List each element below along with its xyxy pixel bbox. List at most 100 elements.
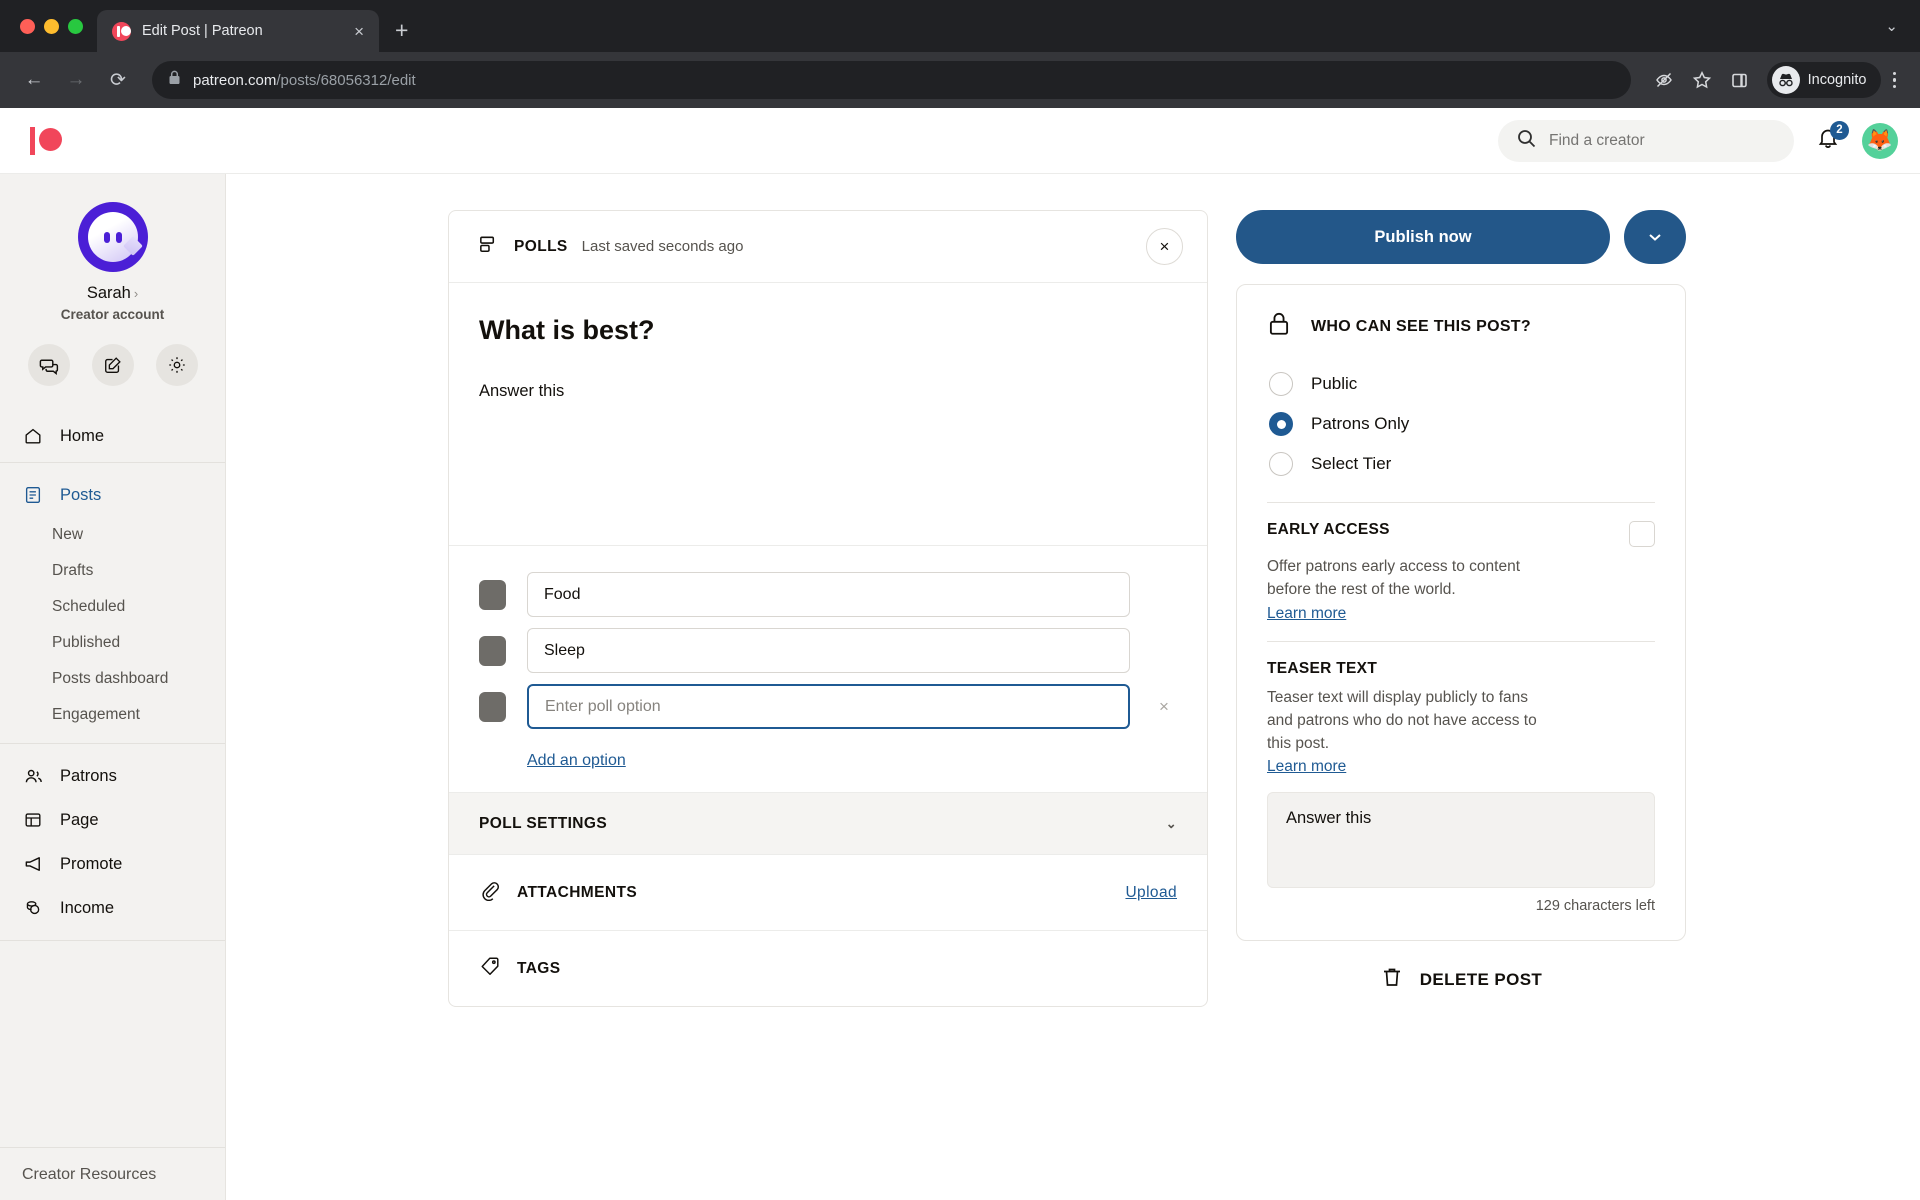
sidebar-item-label: Income: [60, 898, 115, 917]
sidebar-item-new[interactable]: New: [0, 517, 225, 553]
sidebar-item-home[interactable]: Home: [0, 414, 225, 458]
radio-icon-selected[interactable]: [1269, 412, 1293, 436]
visibility-option-patrons-only[interactable]: Patrons Only: [1267, 404, 1655, 444]
chevron-down-icon[interactable]: ⌄: [1885, 17, 1898, 35]
star-icon[interactable]: [1685, 63, 1719, 97]
tags-section: TAGS: [449, 930, 1207, 1006]
url-text: patreon.com/posts/68056312/edit: [193, 72, 416, 89]
poll-settings-section[interactable]: POLL SETTINGS ⌄: [449, 792, 1207, 854]
settings-icon[interactable]: [155, 344, 198, 386]
sidebar-item-patrons[interactable]: Patrons: [0, 754, 225, 798]
close-icon[interactable]: ×: [351, 20, 367, 43]
sidebar-item-label: Posts: [60, 485, 102, 504]
minimize-window-button[interactable]: [44, 18, 59, 34]
drag-handle-icon[interactable]: [479, 635, 506, 666]
radio-icon[interactable]: [1269, 452, 1293, 476]
creator-name: Sarah: [86, 284, 131, 302]
browser-tab[interactable]: Edit Post | Patreon ×: [97, 10, 379, 52]
visibility-header: WHO CAN SEE THIS POST?: [1267, 311, 1655, 342]
poll-option-input[interactable]: [527, 628, 1130, 673]
notifications-button[interactable]: 2: [1812, 120, 1849, 157]
option-label: Public: [1311, 374, 1358, 393]
paperclip-icon: [479, 879, 501, 906]
drag-handle-icon[interactable]: [479, 579, 506, 610]
publish-now-button[interactable]: Publish now: [1236, 210, 1610, 264]
sidebar-item-posts-dashboard[interactable]: Posts dashboard: [0, 661, 225, 697]
compose-icon[interactable]: [91, 344, 134, 386]
browser-window: Edit Post | Patreon × + ⌄ ← → ⟳ patreon.…: [0, 0, 1920, 1200]
sidebar-item-creator-resources[interactable]: Creator Resources: [0, 1147, 225, 1200]
sidebar-item-posts[interactable]: Posts: [0, 473, 225, 517]
publish-options-button[interactable]: [1624, 210, 1686, 264]
tabstrip-right: ⌄: [1885, 0, 1920, 52]
poll-description-input[interactable]: Answer this: [479, 382, 1177, 401]
publish-panel: Publish now WHO CAN SEE THIS POST? Publi…: [1236, 210, 1686, 1200]
incognito-avatar-icon: [1771, 66, 1800, 94]
eye-slash-icon[interactable]: [1647, 63, 1681, 97]
teaser-learn-more-link[interactable]: Learn more: [1267, 758, 1346, 776]
early-access-learn-more-link[interactable]: Learn more: [1267, 605, 1346, 623]
sidebar-item-published[interactable]: Published: [0, 625, 225, 661]
poll-options: × × ×: [449, 545, 1207, 792]
drag-handle-icon[interactable]: [479, 691, 506, 722]
promote-icon: [22, 853, 44, 875]
poll-body: What is best? Answer this: [449, 283, 1207, 545]
visibility-option-select-tier[interactable]: Select Tier: [1267, 444, 1655, 484]
poll-option-input-active[interactable]: [527, 684, 1130, 729]
post-editor: POLLS Last saved seconds ago × What is b…: [448, 210, 1208, 1200]
maximize-window-button[interactable]: [68, 18, 83, 34]
post-settings-card: WHO CAN SEE THIS POST? Public Patrons On…: [1236, 284, 1686, 942]
teaser-text-input[interactable]: Answer this: [1267, 792, 1655, 889]
reload-button[interactable]: ⟳: [100, 62, 136, 98]
body-row: Sarah › Creator account Home Posts New D…: [0, 174, 1920, 1200]
close-icon[interactable]: ×: [1146, 228, 1183, 265]
delete-post-label: DELETE POST: [1419, 969, 1543, 989]
sidebar-item-income[interactable]: Income: [0, 886, 225, 930]
window-controls[interactable]: [14, 0, 97, 52]
delete-post-button[interactable]: DELETE POST: [1236, 965, 1686, 994]
attachments-label: ATTACHMENTS: [517, 883, 638, 901]
kebab-menu-icon[interactable]: [1885, 71, 1905, 89]
poll-question-input[interactable]: What is best?: [479, 315, 1177, 346]
upload-link[interactable]: Upload: [1125, 884, 1177, 902]
sidebar-item-label: Promote: [60, 854, 123, 873]
poll-card-header: POLLS Last saved seconds ago ×: [449, 211, 1207, 283]
creator-name-row[interactable]: Sarah ›: [0, 284, 225, 303]
sidebar-item-scheduled[interactable]: Scheduled: [0, 589, 225, 625]
profile-label: Incognito: [1807, 72, 1867, 88]
sidebar-item-label: Home: [60, 426, 105, 445]
address-bar[interactable]: patreon.com/posts/68056312/edit: [152, 61, 1631, 99]
forward-button[interactable]: →: [58, 62, 94, 98]
avatar[interactable]: 🦊: [1862, 122, 1898, 159]
early-access-description: Offer patrons early access to content be…: [1267, 558, 1521, 599]
back-button[interactable]: ←: [16, 62, 52, 98]
radio-icon[interactable]: [1269, 372, 1293, 396]
home-icon: [22, 425, 44, 447]
search-input[interactable]: [1549, 131, 1776, 150]
profile-chip[interactable]: Incognito: [1766, 62, 1881, 98]
tag-icon: [479, 955, 501, 982]
sidebar-profile[interactable]: Sarah › Creator account: [0, 174, 225, 322]
sidebar-item-drafts[interactable]: Drafts: [0, 553, 225, 589]
visibility-options: Public Patrons Only Select Tier: [1267, 364, 1655, 484]
messages-icon[interactable]: [27, 344, 70, 386]
creator-search[interactable]: [1498, 119, 1794, 162]
creator-avatar[interactable]: [77, 202, 148, 272]
remove-option-icon[interactable]: ×: [1151, 697, 1177, 717]
poll-option-input[interactable]: [527, 572, 1130, 617]
sidebar-item-engagement[interactable]: Engagement: [0, 697, 225, 733]
sidebar-item-promote[interactable]: Promote: [0, 842, 225, 886]
option-label: Select Tier: [1311, 454, 1392, 473]
early-access-checkbox[interactable]: [1629, 521, 1655, 547]
add-option-link[interactable]: Add an option: [527, 752, 626, 770]
side-panel-icon[interactable]: [1723, 63, 1757, 97]
sidebar-item-label: Page: [60, 810, 99, 829]
patreon-logo[interactable]: [28, 124, 68, 158]
chevron-right-icon: ›: [133, 286, 139, 301]
new-tab-button[interactable]: +: [395, 17, 408, 44]
visibility-option-public[interactable]: Public: [1267, 364, 1655, 404]
sidebar-item-page[interactable]: Page: [0, 798, 225, 842]
chevron-down-icon[interactable]: ⌄: [1166, 816, 1177, 832]
close-window-button[interactable]: [20, 18, 35, 34]
early-access-section: EARLY ACCESS Offer patrons early access …: [1267, 521, 1655, 623]
